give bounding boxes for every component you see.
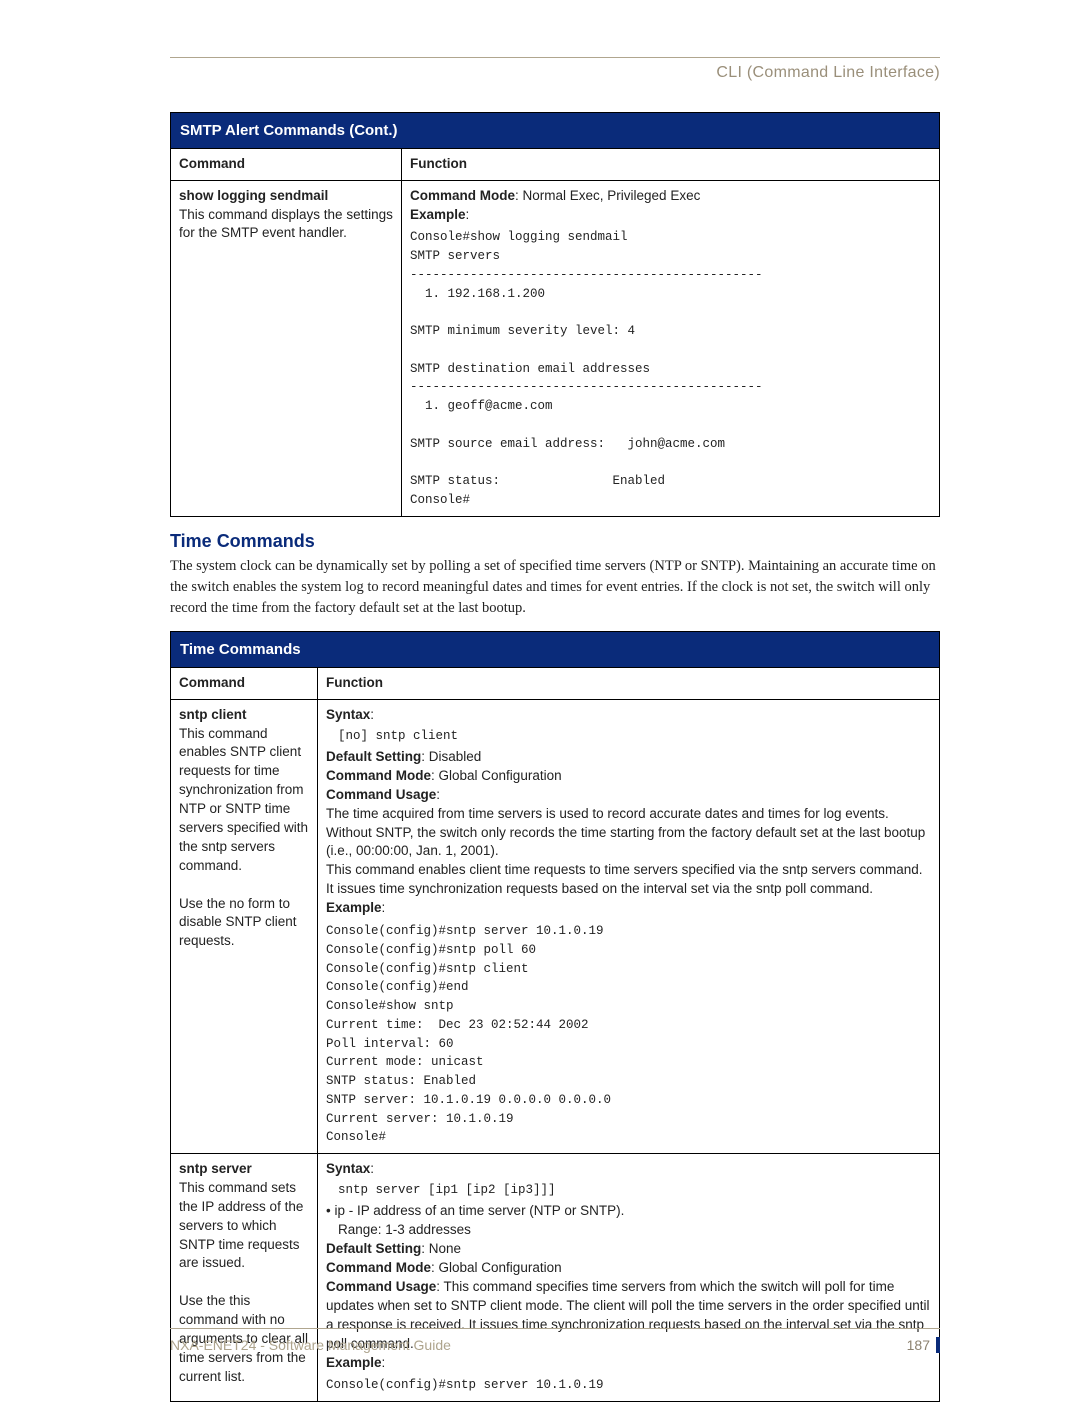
ip-note: • ip - IP address of an time server (NTP…	[326, 1203, 624, 1218]
cmd-desc: This command displays the settings for t…	[179, 207, 393, 241]
example-code: Console(config)#sntp server 10.1.0.19	[326, 1376, 931, 1395]
col-function: Function	[318, 667, 940, 699]
table-title-row: SMTP Alert Commands (Cont.)	[171, 112, 940, 148]
table-title: Time Commands	[171, 631, 940, 667]
footer-doc-title: NXA-ENET24 - Software Management Guide	[170, 1337, 451, 1353]
example-label: Example	[326, 1355, 382, 1370]
usage-label: Command Usage	[326, 787, 436, 802]
func-cell: Syntax: sntp server [ip1 [ip2 [ip3]]] • …	[318, 1154, 940, 1402]
page: CLI (Command Line Interface) SMTP Alert …	[0, 0, 1080, 1397]
time-table: Time Commands Command Function sntp clie…	[170, 631, 940, 1402]
table-title-row: Time Commands	[171, 631, 940, 667]
cmd-cell: sntp server This command sets the IP add…	[171, 1154, 318, 1402]
footer: NXA-ENET24 - Software Management Guide 1…	[170, 1328, 940, 1353]
mode-value: : Normal Exec, Privileged Exec	[515, 188, 700, 203]
cmd-name: sntp client	[179, 707, 247, 722]
table-header-row: Command Function	[171, 148, 940, 180]
cmd-desc-2: Use the no form to disable SNTP client r…	[179, 896, 297, 949]
example-code: Console#show logging sendmail SMTP serve…	[410, 228, 931, 509]
usage-label: Command Usage	[326, 1279, 436, 1294]
section-heading: Time Commands	[170, 531, 940, 552]
func-cell: Syntax: [no] sntp client Default Setting…	[318, 699, 940, 1153]
syntax-label: Syntax	[326, 707, 370, 722]
table-row: sntp server This command sets the IP add…	[171, 1154, 940, 1402]
usage-p1: The time acquired from time servers is u…	[326, 806, 925, 859]
usage-p2: This command enables client time request…	[326, 862, 923, 896]
page-number: 187	[907, 1337, 940, 1353]
default-value: : None	[421, 1241, 461, 1256]
ip-range: Range: 1-3 addresses	[338, 1221, 471, 1240]
default-label: Default Setting	[326, 749, 421, 764]
cmd-name: sntp server	[179, 1161, 252, 1176]
mode-value: : Global Configuration	[431, 768, 562, 783]
syntax-code: sntp server [ip1 [ip2 [ip3]]]	[338, 1182, 931, 1200]
cmd-desc: This command enables SNTP client request…	[179, 726, 308, 873]
example-label: Example	[410, 207, 466, 222]
mode-label: Command Mode	[410, 188, 515, 203]
running-header: CLI (Command Line Interface)	[170, 64, 940, 82]
syntax-label: Syntax	[326, 1161, 370, 1176]
cmd-cell: sntp client This command enables SNTP cl…	[171, 699, 318, 1153]
example-code: Console(config)#sntp server 10.1.0.19 Co…	[326, 922, 931, 1147]
func-cell: Command Mode: Normal Exec, Privileged Ex…	[402, 180, 940, 516]
top-rule	[170, 57, 940, 58]
mode-label: Command Mode	[326, 768, 431, 783]
cmd-name: show logging sendmail	[179, 188, 328, 203]
cmd-cell: show logging sendmail This command displ…	[171, 180, 402, 516]
col-command: Command	[171, 148, 402, 180]
table-title: SMTP Alert Commands (Cont.)	[171, 112, 940, 148]
mode-value: : Global Configuration	[431, 1260, 562, 1275]
section-paragraph: The system clock can be dynamically set …	[170, 556, 940, 619]
default-value: : Disabled	[421, 749, 481, 764]
mode-label: Command Mode	[326, 1260, 431, 1275]
syntax-code: [no] sntp client	[338, 728, 931, 746]
cmd-desc: This command sets the IP address of the …	[179, 1180, 303, 1271]
default-label: Default Setting	[326, 1241, 421, 1256]
smtp-table: SMTP Alert Commands (Cont.) Command Func…	[170, 112, 940, 517]
col-function: Function	[402, 148, 940, 180]
table-row: sntp client This command enables SNTP cl…	[171, 699, 940, 1153]
table-header-row: Command Function	[171, 667, 940, 699]
table-row: show logging sendmail This command displ…	[171, 180, 940, 516]
example-label: Example	[326, 900, 382, 915]
col-command: Command	[171, 667, 318, 699]
